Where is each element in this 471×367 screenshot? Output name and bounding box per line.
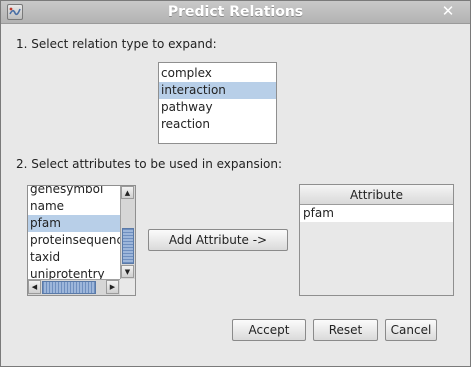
list-item[interactable]: reaction — [159, 116, 276, 133]
vertical-scroll-thumb[interactable] — [122, 228, 134, 264]
attribute-list-vertical-scrollbar[interactable]: ▲ ▼ — [120, 186, 135, 279]
title-bar[interactable]: Predict Relations ✕ — [1, 1, 470, 24]
list-item[interactable]: taxid — [28, 249, 120, 266]
list-item[interactable]: interaction — [159, 82, 276, 99]
list-item[interactable]: proteinsequence — [28, 232, 120, 249]
relation-type-list[interactable]: complex interaction pathway reaction — [158, 62, 277, 144]
list-item[interactable]: name — [28, 198, 120, 215]
attribute-table[interactable]: Attribute pfam — [299, 184, 454, 296]
horizontal-scroll-thumb[interactable] — [42, 281, 96, 294]
add-attribute-button[interactable]: Add Attribute -> — [148, 229, 288, 251]
cancel-button[interactable]: Cancel — [385, 319, 437, 341]
table-row[interactable]: pfam — [300, 205, 453, 222]
scroll-left-icon[interactable]: ◀ — [28, 280, 41, 294]
close-icon[interactable]: ✕ — [440, 3, 456, 19]
attribute-column-header[interactable]: Attribute — [300, 185, 453, 205]
accept-button[interactable]: Accept — [232, 319, 306, 341]
list-item[interactable]: genesymbol — [28, 186, 120, 198]
window-title: Predict Relations — [167, 4, 304, 20]
scroll-down-icon[interactable]: ▼ — [121, 265, 134, 278]
relation-type-label: 1. Select relation type to expand: — [16, 37, 217, 51]
predict-relations-dialog: Predict Relations ✕ 1. Select relation t… — [0, 0, 471, 367]
list-item[interactable]: uniprotentry — [28, 266, 120, 279]
attribute-list-viewport[interactable]: genesymbolnamepfamproteinsequencetaxidun… — [28, 186, 120, 279]
list-item[interactable]: pfam — [28, 215, 120, 232]
scroll-up-icon[interactable]: ▲ — [121, 186, 134, 199]
list-item[interactable]: complex — [159, 65, 276, 82]
attribute-list-horizontal-scrollbar[interactable]: ◀ ▶ — [28, 279, 120, 295]
attributes-label: 2. Select attributes to be used in expan… — [16, 157, 283, 171]
scroll-right-icon[interactable]: ▶ — [106, 280, 119, 294]
scrollbar-corner — [120, 279, 135, 295]
reset-button[interactable]: Reset — [313, 319, 378, 341]
list-item[interactable]: pathway — [159, 99, 276, 116]
attribute-list[interactable]: genesymbolnamepfamproteinsequencetaxidun… — [27, 185, 136, 296]
